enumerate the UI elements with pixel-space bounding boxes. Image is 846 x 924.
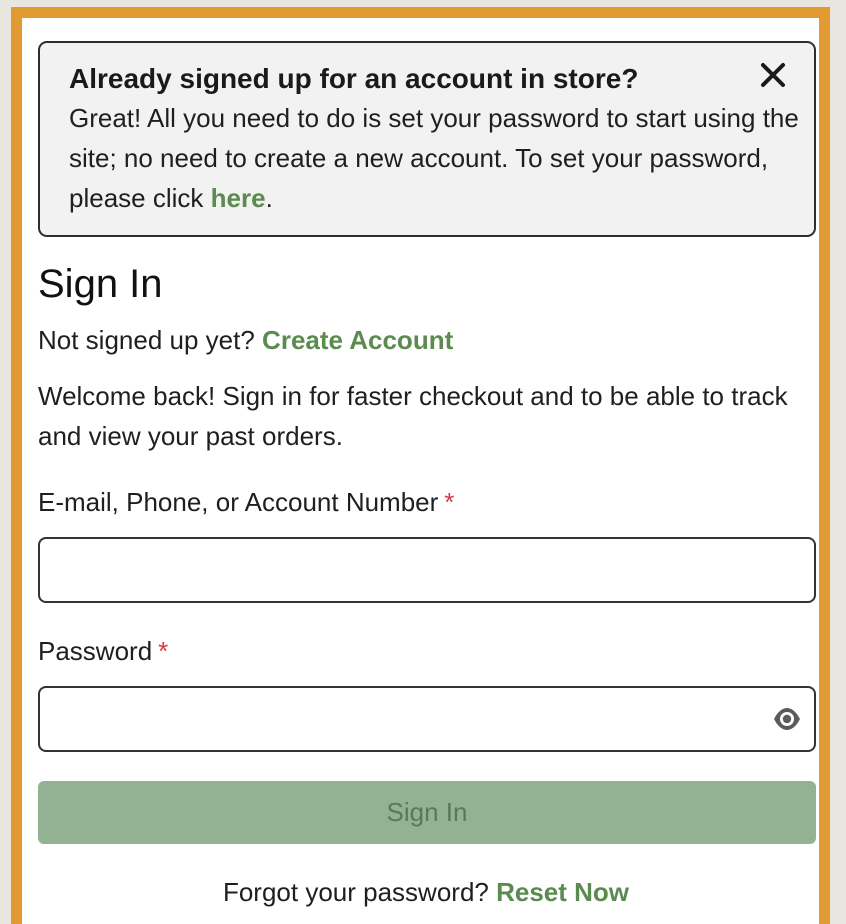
identifier-label: E-mail, Phone, or Account Number * <box>38 485 454 519</box>
identifier-label-text: E-mail, Phone, or Account Number <box>38 487 439 517</box>
close-notice-button[interactable] <box>758 60 788 90</box>
eye-icon <box>774 708 800 730</box>
show-password-toggle[interactable] <box>772 705 802 733</box>
forgot-password-line: Forgot your password? Reset Now <box>22 874 830 910</box>
set-password-link[interactable]: here <box>211 183 266 213</box>
password-field[interactable] <box>38 686 816 752</box>
signup-prompt: Not signed up yet? Create Account <box>38 322 453 358</box>
password-label: Password * <box>38 634 168 668</box>
notice-body: Great! All you need to do is set your pa… <box>69 98 799 218</box>
close-icon <box>761 63 785 87</box>
forgot-password-text: Forgot your password? <box>222 877 489 907</box>
required-marker: * <box>444 487 455 517</box>
sign-in-button[interactable]: Sign In <box>38 781 816 844</box>
identifier-input[interactable] <box>40 539 814 601</box>
welcome-message: Welcome back! Sign in for faster checkou… <box>38 381 788 451</box>
page-title: Sign In <box>38 262 163 306</box>
signin-panel: Already signed up for an account in stor… <box>11 7 830 924</box>
required-marker: * <box>158 636 169 666</box>
notice-body-text: Great! All you need to do is set your pa… <box>69 103 799 213</box>
notice-period: . <box>265 183 273 213</box>
signup-prompt-text: Not signed up yet? <box>38 325 255 355</box>
password-label-text: Password <box>38 636 153 666</box>
notice-title: Already signed up for an account in stor… <box>69 63 639 94</box>
reset-password-link[interactable]: Reset Now <box>496 877 629 907</box>
create-account-link[interactable]: Create Account <box>262 325 453 355</box>
identifier-field[interactable] <box>38 537 816 603</box>
account-notice-banner: Already signed up for an account in stor… <box>38 41 816 237</box>
password-input[interactable] <box>40 688 814 750</box>
